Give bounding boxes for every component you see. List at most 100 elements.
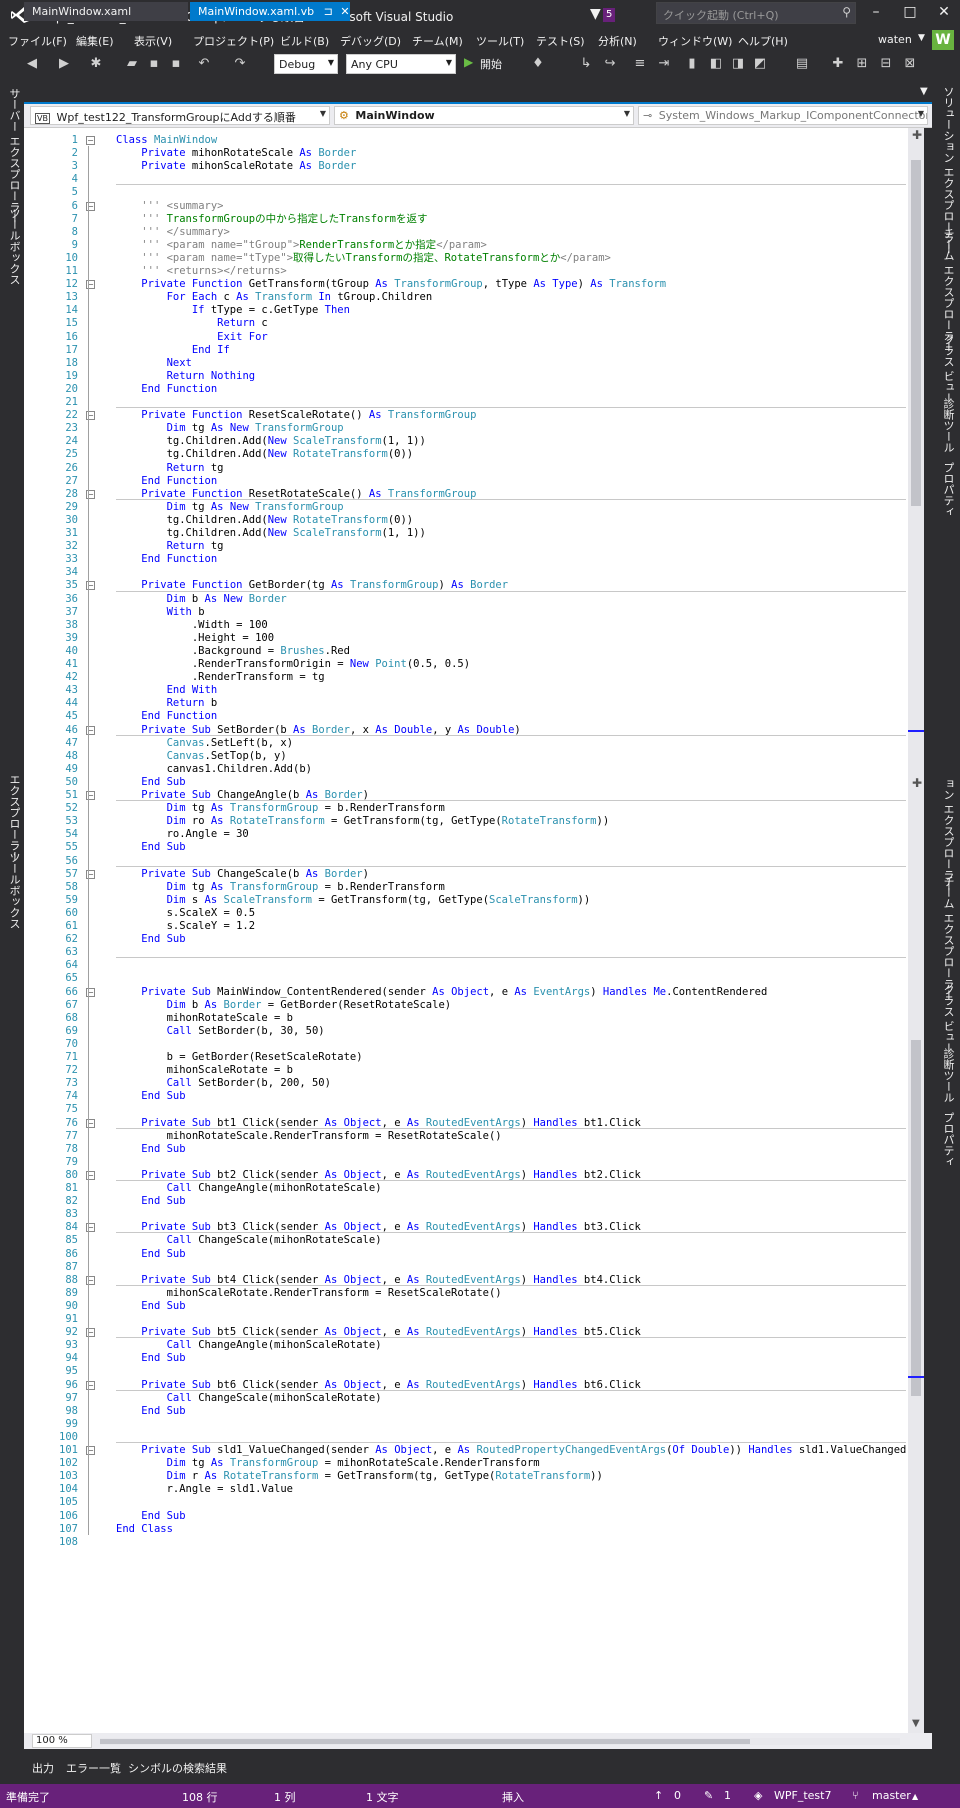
repository-name[interactable]: WPF_test7 — [774, 1789, 831, 1802]
menu-build[interactable]: ビルド(B) — [280, 33, 329, 49]
code-line[interactable]: End Sub — [116, 1404, 185, 1419]
splitter-icon[interactable]: ✚ — [912, 128, 922, 142]
server-explorer-tab[interactable]: サーバー エクスプローラー — [6, 88, 22, 224]
code-line[interactable]: End Sub — [116, 932, 185, 947]
branch-name[interactable]: master — [872, 1789, 911, 1802]
menu-test[interactable]: テスト(S) — [536, 33, 585, 49]
minimize-button[interactable]: – — [862, 4, 890, 20]
menu-debug[interactable]: デバッグ(D) — [340, 33, 401, 49]
close-window-button[interactable]: ✕ — [930, 4, 958, 20]
quick-launch-input[interactable]: クイック起動 (Ctrl+Q) ⚲ — [656, 2, 856, 24]
browser-link-icon[interactable]: ♦ — [530, 56, 546, 71]
filter-icon[interactable]: ▼ — [590, 6, 601, 22]
code-line[interactable]: End Sub — [116, 1299, 185, 1314]
save-all-icon[interactable]: ▪ — [168, 56, 184, 71]
code-line[interactable]: End Sub — [116, 1194, 185, 1209]
maximize-button[interactable]: □ — [896, 4, 924, 20]
code-line[interactable]: End Function — [116, 552, 217, 567]
tab-error-list[interactable]: エラー一覧 — [66, 1760, 121, 1776]
toolbox-tab[interactable]: ツールボックス — [6, 208, 22, 285]
pending-changes-count[interactable]: 1 — [724, 1789, 731, 1802]
bookmark-clear-icon[interactable]: ◩ — [752, 56, 768, 71]
indent-icon[interactable]: ⇥ — [656, 56, 672, 71]
toolbox-tab-lower[interactable]: ツールボックス — [6, 852, 22, 929]
member-select[interactable]: ⊸ System_Windows_Markup_IComponentConnec… — [638, 106, 928, 125]
tab-find-symbol-results[interactable]: シンボルの検索結果 — [128, 1760, 227, 1776]
pin-icon[interactable]: ⊐ — [324, 5, 333, 18]
align-icon[interactable]: ≡ — [632, 56, 648, 71]
branch-icon[interactable]: ⑂ — [852, 1789, 859, 1802]
tab-output[interactable]: 出力 — [32, 1760, 54, 1776]
unpushed-commits-count[interactable]: 0 — [674, 1789, 681, 1802]
pencil-icon[interactable]: ✎ — [704, 1789, 713, 1802]
redo-icon[interactable]: ↷ — [232, 56, 248, 71]
platform-select[interactable]: Any CPU ▼ — [346, 54, 456, 74]
repository-icon[interactable]: ◈ — [754, 1789, 762, 1802]
chevron-down-icon[interactable]: ▼ — [918, 33, 925, 43]
code-line[interactable]: End Function — [116, 382, 217, 397]
chevron-up-icon[interactable]: ▲ — [912, 1792, 918, 1801]
code-line[interactable]: End Sub — [116, 840, 185, 855]
code-line[interactable]: End Sub — [116, 1351, 185, 1366]
diagnostic-tools-tab-lower[interactable]: 診断ツール — [940, 1048, 956, 1103]
bookmark-icon[interactable]: ▮ — [684, 56, 700, 71]
configuration-select[interactable]: Debug ▼ — [274, 54, 338, 74]
collapse-region-icon[interactable]: − — [86, 136, 95, 145]
tab-mainwindow-xaml-vb[interactable]: MainWindow.xaml.vb ⊐ ✕ — [190, 2, 350, 21]
code-editor[interactable]: 1 2 3 4 5 6 7 8 9 10 11 12 13 14 15 16 17 18 19 20 21 22 23 24 2… — [24, 128, 908, 1733]
tool-icon-2[interactable]: ⊞ — [854, 56, 870, 71]
splitter-icon[interactable]: ✚ — [912, 776, 922, 790]
start-play-icon[interactable]: ▶ — [464, 55, 473, 69]
arrow-up-icon[interactable]: ↑ — [654, 1789, 663, 1802]
start-button[interactable]: 開始 — [480, 56, 502, 72]
code-line[interactable]: End Sub — [116, 1089, 185, 1104]
new-project-icon[interactable]: ✱ — [88, 56, 104, 71]
class-view-tab[interactable]: クラス ビュー — [940, 334, 956, 404]
tool-icon-1[interactable]: ✚ — [830, 56, 846, 71]
avatar[interactable]: W — [932, 30, 954, 50]
menu-edit[interactable]: 編集(E) — [76, 33, 114, 49]
tool-icon-3[interactable]: ⊟ — [878, 56, 894, 71]
tab-mainwindow-xaml[interactable]: MainWindow.xaml — [24, 2, 188, 21]
menu-file[interactable]: ファイル(F) — [8, 33, 67, 49]
notification-badge[interactable]: 5 — [603, 8, 616, 22]
zoom-select[interactable]: 100 % — [32, 1734, 92, 1748]
menu-view[interactable]: 表示(V) — [134, 33, 172, 49]
class-view-tab-lower[interactable]: クラス ビュー — [940, 984, 956, 1054]
vertical-scroll-thumb[interactable] — [911, 160, 921, 506]
close-icon[interactable]: ✕ — [340, 5, 349, 18]
user-name[interactable]: waten — [878, 33, 912, 46]
code-line[interactable]: Call SetBorder(b, 30, 50) — [116, 1024, 325, 1039]
menu-analyze[interactable]: 分析(N) — [598, 33, 637, 49]
vertical-scroll-thumb-lower[interactable] — [911, 1040, 921, 1396]
bookmark-next-icon[interactable]: ◨ — [730, 56, 746, 71]
diagnostic-tools-tab[interactable]: 診断ツール — [940, 398, 956, 453]
menu-tools[interactable]: ツール(T) — [476, 33, 524, 49]
scroll-down-icon[interactable]: ▼ — [912, 1718, 920, 1729]
save-icon[interactable]: ▪ — [146, 56, 162, 71]
project-select[interactable]: VB Wpf_test122_TransformGroupにAddする順番 ▼ — [30, 106, 330, 125]
tab-overflow-chevron-icon[interactable]: ▼ — [920, 86, 928, 97]
tool-icon-4[interactable]: ⊠ — [902, 56, 918, 71]
solution-explorer-tab-lower[interactable]: ョン エクスプローラー — [940, 778, 956, 892]
menu-window[interactable]: ウィンドウ(W) — [658, 33, 732, 49]
undo-icon[interactable]: ↶ — [196, 56, 212, 71]
menu-project[interactable]: プロジェクト(P) — [193, 33, 274, 49]
step-over-icon[interactable]: ↪ — [602, 56, 618, 71]
class-select[interactable]: ⚙ MainWindow ▼ — [334, 106, 634, 125]
comment-icon[interactable]: ▤ — [794, 56, 810, 71]
back-icon[interactable]: ◀ — [24, 56, 40, 71]
bookmark-prev-icon[interactable]: ◧ — [708, 56, 724, 71]
forward-icon[interactable]: ▶ — [56, 56, 72, 71]
code-line[interactable]: End Class — [116, 1522, 173, 1537]
code-line[interactable]: End Sub — [116, 1247, 185, 1262]
step-icon[interactable]: ↳ — [578, 56, 594, 71]
properties-tab[interactable]: プロパティ — [940, 462, 956, 517]
horizontal-scroll-thumb[interactable] — [100, 1739, 750, 1744]
code-line[interactable]: Private mihonScaleRotate As Border — [116, 159, 356, 174]
code-line[interactable]: End Sub — [116, 1142, 185, 1157]
code-line[interactable]: r.Angle = sld1.Value — [116, 1482, 293, 1497]
menu-help[interactable]: ヘルプ(H) — [738, 33, 788, 49]
open-file-icon[interactable]: ▰ — [124, 56, 140, 71]
team-explorer-tab-lower[interactable]: チーム エクスプローラー — [940, 876, 956, 1001]
